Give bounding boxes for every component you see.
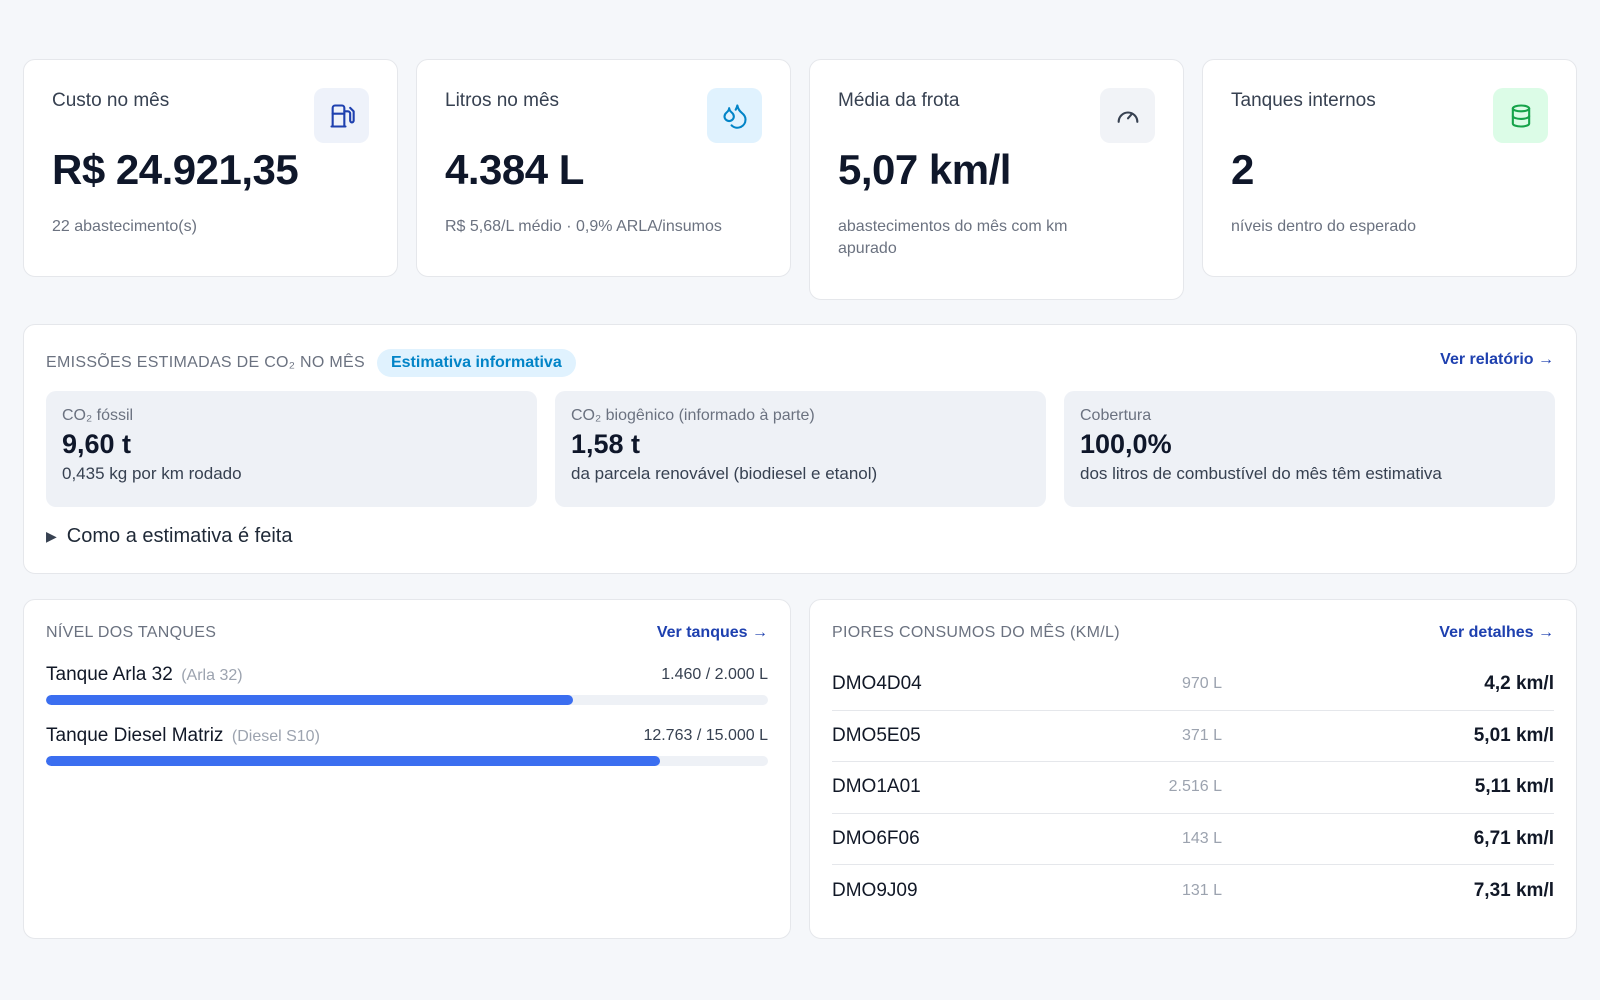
kpi-value: 5,07 km/l (838, 146, 1011, 193)
vehicle-plate: DMO5E05 (832, 724, 921, 746)
emissions-title: EMISSÕES ESTIMADAS DE CO₂ NO MÊS (46, 354, 365, 371)
details-label: Como a estimativa é feita (66, 525, 293, 547)
vehicle-plate: DMO6F06 (832, 827, 920, 849)
tile-sub: 0,435 kg por km rodado (62, 464, 242, 483)
kpi-value: 2 (1231, 146, 1254, 193)
vehicle-liters: 371 L (1181, 726, 1222, 744)
tank-amount: 1.460 / 2.000 L (661, 666, 768, 683)
triangle-right-icon: ▶ (46, 528, 57, 544)
vehicle-kml: 5,11 km/l (1474, 776, 1554, 798)
vehicle-plate: DMO9J09 (832, 879, 918, 901)
view-report-link[interactable]: Ver relatório → (1440, 351, 1554, 369)
emissions-header: EMISSÕES ESTIMADAS DE CO₂ NO MÊS Estimat… (46, 349, 576, 377)
tank-row: Tanque Diesel Matriz (Diesel S10) 12.763… (46, 725, 768, 766)
tank-level-bar (46, 695, 768, 705)
kpi-sub: 22 abastecimento(s) (52, 218, 197, 235)
tile-sub: dos litros de combustível do mês têm est… (1080, 464, 1442, 483)
tile-label: Cobertura (1080, 407, 1152, 424)
tanks-title: NÍVEL DOS TANQUES (46, 624, 217, 641)
tank-name: Tanque Diesel Matriz (46, 725, 224, 746)
vehicle-kml: 6,71 km/l (1473, 827, 1554, 849)
table-row[interactable]: DMO6F06 143 L 6,71 km/l (832, 814, 1554, 865)
droplets-icon (707, 88, 762, 143)
kpi-card-fleet-average: Média da frota 5,07 km/l abastecimentos … (809, 59, 1184, 300)
table-row[interactable]: DMO1A01 2.516 L 5,11 km/l (832, 762, 1554, 814)
emissions-card: EMISSÕES ESTIMADAS DE CO₂ NO MÊS Estimat… (23, 324, 1577, 574)
gauge-icon (1100, 88, 1155, 143)
vehicle-liters: 970 L (1181, 675, 1222, 693)
vehicle-kml: 5,01 km/l (1473, 724, 1554, 746)
table-row[interactable]: DMO9J09 131 L 7,31 km/l (832, 865, 1554, 917)
cylinder-icon (1493, 88, 1548, 143)
tile-value: 1,58 t (571, 429, 641, 459)
kpi-value: 4.384 L (445, 146, 584, 193)
vehicle-plate: DMO4D04 (832, 673, 922, 695)
view-details-link[interactable]: Ver detalhes → (1439, 624, 1554, 642)
emission-tile-fossil: CO₂ fóssil 9,60 t 0,435 kg por km rodado (46, 391, 537, 507)
kpi-card-liters: Litros no mês 4.384 L R$ 5,68/L médio · … (416, 59, 791, 277)
tank-type: (Arla 32) (181, 667, 243, 684)
tank-level-fill (46, 695, 574, 705)
kpi-sub: R$ 5,68/L médio · 0,9% ARLA/insumos (445, 218, 722, 235)
kpi-sub: abastecimentos do mês com km apurado (838, 218, 1068, 257)
view-tanks-link[interactable]: Ver tanques → (657, 624, 768, 642)
vehicle-liters: 143 L (1181, 829, 1222, 847)
tank-amount: 12.763 / 15.000 L (643, 727, 768, 744)
tanks-card: NÍVEL DOS TANQUES Ver tanques → Tanque A… (23, 599, 791, 939)
vehicle-kml: 7,31 km/l (1473, 879, 1554, 901)
vehicle-liters: 2.516 L (1168, 778, 1222, 796)
emission-tile-biogenic: CO₂ biogênico (informado à parte) 1,58 t… (555, 391, 1046, 507)
tank-type: (Diesel S10) (231, 728, 320, 745)
vehicle-liters: 131 L (1181, 881, 1222, 899)
kpi-card-internal-tanks: Tanques internos 2 níveis dentro do espe… (1202, 59, 1577, 277)
tank-level-bar (46, 756, 768, 766)
worst-consumption-card: PIORES CONSUMOS DO MÊS (KM/L) Ver detalh… (809, 599, 1577, 939)
tank-row: Tanque Arla 32 (Arla 32) 1.460 / 2.000 L (46, 664, 768, 705)
kpi-card-cost: Custo no mês R$ 24.921,35 22 abastecimen… (23, 59, 398, 277)
kpi-value: R$ 24.921,35 (52, 146, 299, 193)
fuel-pump-icon (314, 88, 369, 143)
emission-tile-coverage: Cobertura 100,0% dos litros de combustív… (1064, 391, 1555, 507)
table-row[interactable]: DMO5E05 371 L 5,01 km/l (832, 711, 1554, 762)
tank-level-fill (46, 756, 661, 766)
estimate-details-toggle[interactable]: ▶ Como a estimativa é feita (46, 525, 292, 548)
tile-label: CO₂ fóssil (62, 407, 134, 424)
tile-value: 9,60 t (62, 429, 132, 459)
table-row[interactable]: DMO4D04 970 L 4,2 km/l (832, 659, 1554, 711)
worst-consumption-title: PIORES CONSUMOS DO MÊS (KM/L) (832, 624, 1120, 641)
vehicle-plate: DMO1A01 (832, 776, 921, 798)
dashboard: Custo no mês R$ 24.921,35 22 abastecimen… (0, 0, 1600, 1000)
estimate-badge: Estimativa informativa (376, 349, 576, 377)
tank-name: Tanque Arla 32 (46, 664, 173, 685)
tile-value: 100,0% (1080, 429, 1172, 459)
tile-label: CO₂ biogênico (informado à parte) (571, 407, 815, 424)
worst-consumption-list: DMO4D04 970 L 4,2 km/l DMO5E05 371 L 5,0… (832, 659, 1554, 917)
kpi-sub: níveis dentro do esperado (1231, 218, 1417, 235)
tile-sub: da parcela renovável (biodiesel e etanol… (571, 464, 878, 483)
vehicle-kml: 4,2 km/l (1484, 673, 1554, 695)
